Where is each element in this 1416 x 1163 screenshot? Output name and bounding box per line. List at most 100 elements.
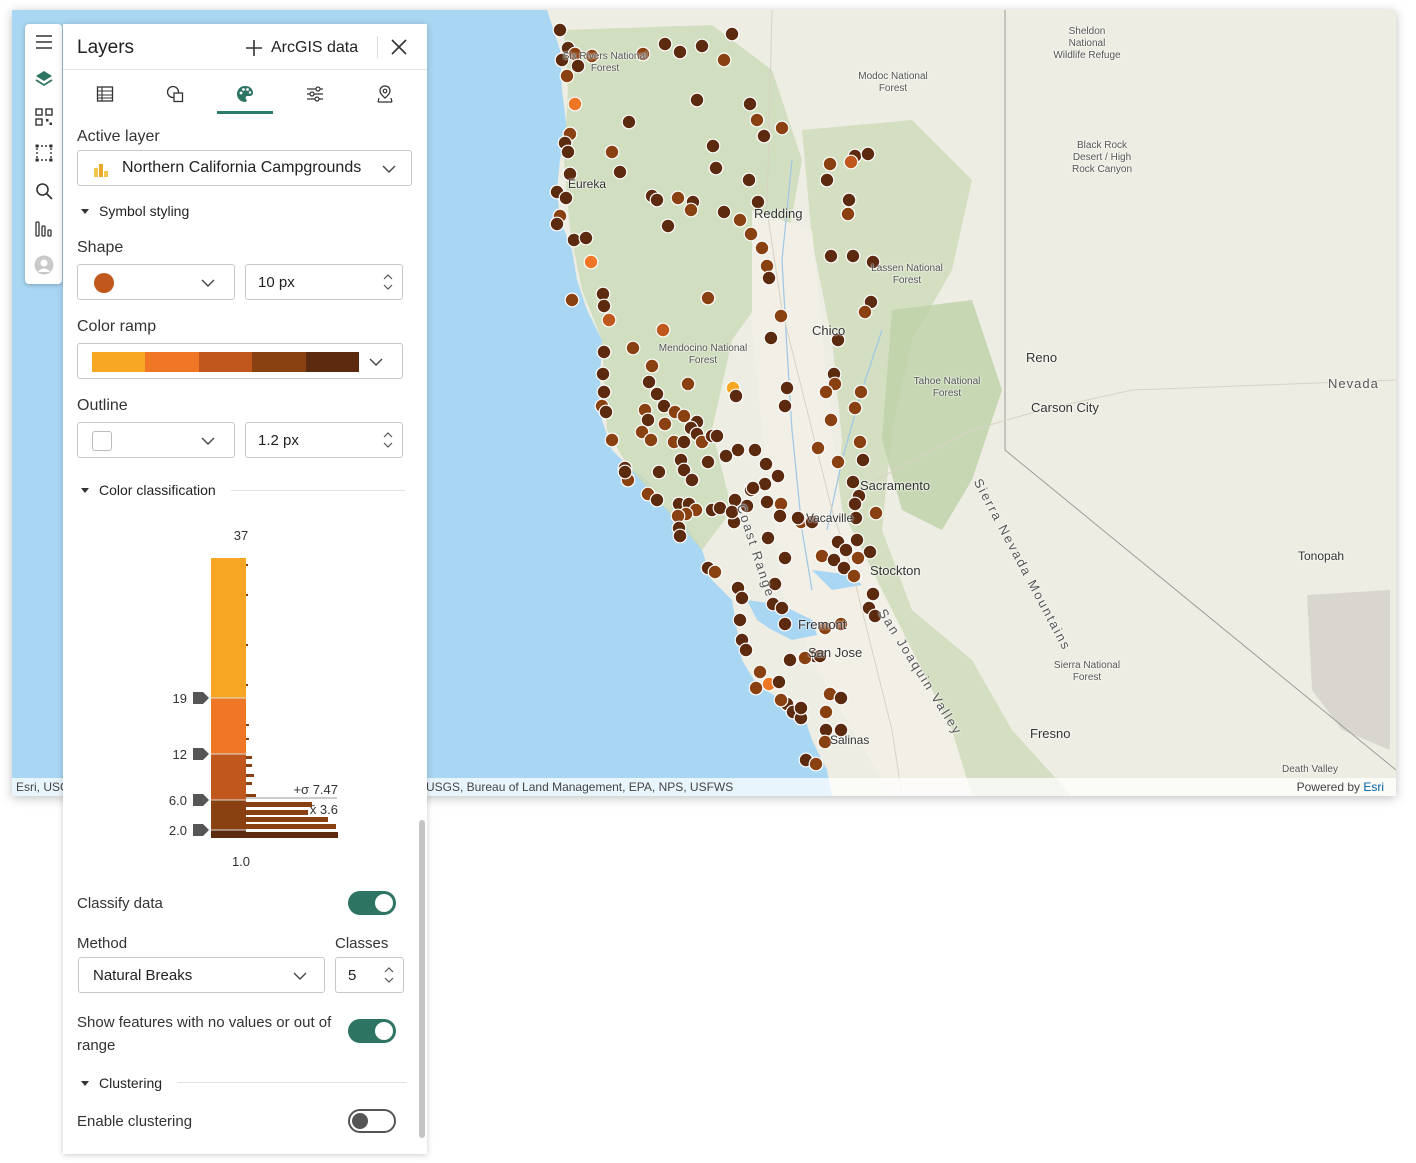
campground-point[interactable] [649, 192, 665, 208]
campground-point[interactable] [708, 160, 724, 176]
campground-point[interactable] [830, 454, 846, 470]
campground-point[interactable] [855, 452, 871, 468]
color-classification-header[interactable]: Color classification [81, 482, 216, 498]
campground-point[interactable] [810, 440, 826, 456]
campground-point[interactable] [732, 612, 748, 628]
campground-point[interactable] [689, 92, 705, 108]
break-handle-2[interactable] [193, 748, 209, 760]
layers-icon[interactable] [31, 66, 56, 91]
symbol-styling-header[interactable]: Symbol styling [81, 203, 189, 219]
outline-width-input[interactable]: 1.2 px [245, 422, 403, 458]
campground-point[interactable] [552, 22, 568, 38]
show-features-toggle[interactable] [348, 1019, 396, 1043]
campground-point[interactable] [724, 26, 740, 42]
campground-point[interactable] [549, 216, 565, 232]
add-arcgis-data-button[interactable]: ArcGIS data [245, 36, 358, 60]
campground-point[interactable] [774, 120, 790, 136]
campground-point[interactable] [680, 376, 696, 392]
campground-point[interactable] [716, 204, 732, 220]
campground-point[interactable] [583, 254, 599, 270]
campground-point[interactable] [707, 564, 723, 580]
campground-point[interactable] [564, 292, 580, 308]
campground-point[interactable] [649, 386, 665, 402]
campground-point[interactable] [672, 528, 688, 544]
campground-point[interactable] [742, 96, 758, 112]
campground-point[interactable] [847, 496, 863, 512]
campground-point[interactable] [853, 384, 869, 400]
campground-point[interactable] [567, 96, 583, 112]
campground-point[interactable] [643, 432, 659, 448]
campground-point[interactable] [752, 664, 768, 680]
chart-icon[interactable] [31, 216, 56, 241]
tab-table[interactable] [85, 80, 125, 108]
campground-point[interactable] [604, 432, 620, 448]
campground-point[interactable] [578, 230, 594, 246]
campground-point[interactable] [651, 464, 667, 480]
campground-point[interactable] [738, 642, 754, 658]
campground-point[interactable] [849, 532, 865, 548]
tab-shapes[interactable] [155, 80, 195, 108]
campground-point[interactable] [823, 248, 839, 264]
campground-point[interactable] [745, 480, 761, 496]
break-handle-1[interactable] [193, 692, 209, 704]
campground-point[interactable] [759, 258, 775, 274]
campground-point[interactable] [657, 36, 673, 52]
campground-point[interactable] [833, 690, 849, 706]
campground-point[interactable] [771, 674, 787, 690]
campground-point[interactable] [595, 366, 611, 382]
campground-point[interactable] [700, 454, 716, 470]
campground-point[interactable] [865, 586, 881, 602]
qr-grid-icon[interactable] [31, 104, 56, 129]
stepper-arrows-icon[interactable] [382, 429, 394, 451]
campground-point[interactable] [558, 190, 574, 206]
campground-point[interactable] [700, 290, 716, 306]
active-layer-select[interactable]: Northern California Campgrounds [77, 150, 412, 186]
clustering-header[interactable]: Clustering [81, 1075, 162, 1091]
campground-point[interactable] [644, 358, 660, 374]
campground-point[interactable] [596, 298, 612, 314]
tab-properties[interactable] [295, 80, 335, 108]
search-icon[interactable] [31, 178, 56, 203]
campground-point[interactable] [601, 312, 617, 328]
campground-point[interactable] [845, 248, 861, 264]
campground-point[interactable] [734, 590, 750, 606]
campground-point[interactable] [670, 190, 686, 206]
campground-point[interactable] [779, 380, 795, 396]
campground-point[interactable] [705, 138, 721, 154]
campground-point[interactable] [749, 112, 765, 128]
campground-point[interactable] [763, 330, 779, 346]
classify-data-toggle[interactable] [348, 891, 396, 915]
campground-point[interactable] [808, 756, 824, 772]
campground-point[interactable] [822, 156, 838, 172]
campground-point[interactable] [748, 680, 764, 696]
campground-point[interactable] [818, 384, 834, 400]
campground-point[interactable] [694, 38, 710, 54]
campground-point[interactable] [819, 172, 835, 188]
campground-point[interactable] [790, 510, 806, 526]
campground-point[interactable] [761, 270, 777, 286]
campground-point[interactable] [857, 304, 873, 320]
campground-point[interactable] [732, 212, 748, 228]
campground-point[interactable] [841, 192, 857, 208]
campground-point[interactable] [657, 416, 673, 432]
campground-point[interactable] [743, 226, 759, 242]
campground-point[interactable] [777, 398, 793, 414]
shape-select[interactable] [77, 264, 235, 300]
campground-point[interactable] [793, 700, 809, 716]
campground-point[interactable] [566, 232, 582, 248]
campground-point[interactable] [818, 704, 834, 720]
select-area-icon[interactable] [31, 140, 56, 165]
campground-point[interactable] [596, 384, 612, 400]
campground-point[interactable] [728, 388, 744, 404]
campground-point[interactable] [598, 404, 614, 420]
symbol-size-input[interactable]: 10 px [245, 264, 403, 300]
campground-point[interactable] [747, 442, 763, 458]
campground-point[interactable] [649, 492, 665, 508]
campground-point[interactable] [840, 206, 856, 222]
stepper-arrows-icon[interactable] [382, 271, 394, 293]
campground-point[interactable] [684, 472, 700, 488]
campground-point[interactable] [754, 240, 770, 256]
campground-point[interactable] [621, 114, 637, 130]
campground-point[interactable] [759, 494, 775, 510]
campground-point[interactable] [846, 568, 862, 584]
